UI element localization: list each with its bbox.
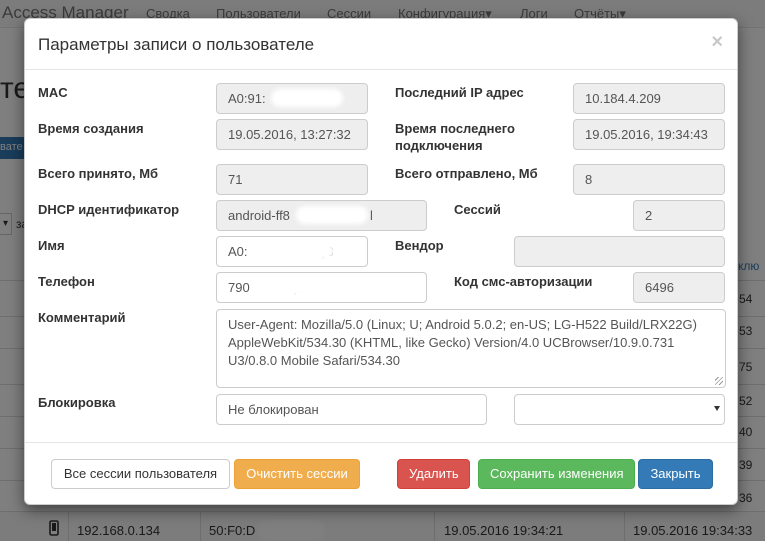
modal-header: Параметры записи о пользователе × [25,19,737,70]
phone-label: Телефон [38,274,95,289]
dhcp-label: DHCP идентификатор [38,202,180,217]
block-label: Блокировка [38,395,116,410]
name-label: Имя [38,238,65,253]
last-connection-label: Время последнего подключения [395,121,515,153]
sessions-label: Сессий [454,202,501,217]
phone-input[interactable]: 790)2 [216,272,427,303]
received-label: Всего принято, Мб [38,166,159,181]
last-ip-label: Последний IP адрес [395,85,524,100]
modal-title: Параметры записи о пользователе [38,35,315,54]
redaction-blur [271,89,343,107]
close-icon[interactable]: × [711,31,723,54]
block-status-input[interactable]: Не блокирован [216,394,487,425]
created-field: 19.05.2016, 13:27:32 [216,119,368,150]
sms-code-field: 6496 [633,272,725,303]
last-connection-field: 19.05.2016, 19:34:43 [573,119,725,150]
comment-label: Комментарий [38,310,126,325]
redaction-blur [259,278,311,296]
close-button[interactable]: Закрыть [638,459,713,489]
chevron-down-icon [714,406,720,411]
vendor-label: Вендор [395,238,444,253]
mac-label: MAC [38,85,68,100]
clear-sessions-button[interactable]: Очистить сессии [234,459,360,489]
save-button[interactable]: Сохранить изменения [478,459,635,489]
sms-code-label: Код смс-авторизации [454,274,593,289]
sent-field: 8 [573,164,725,195]
sent-label: Всего отправлено, Мб [395,166,538,181]
sessions-field: 2 [633,200,725,231]
received-field: 71 [216,164,368,195]
created-label: Время создания [38,121,144,136]
vendor-field [514,236,725,267]
block-select[interactable] [514,394,725,425]
comment-textarea[interactable]: User-Agent: Mozilla/5.0 (Linux; U; Andro… [216,309,726,388]
delete-button[interactable]: Удалить [397,459,470,489]
redaction-blur [296,206,368,224]
all-sessions-button[interactable]: Все сессии пользователя [51,459,230,489]
comment-text: User-Agent: Mozilla/5.0 (Linux; U; Andro… [228,317,697,368]
user-record-modal: Параметры записи о пользователе × MAC A0… [24,18,738,505]
last-ip-field: 10.184.4.209 [573,83,725,114]
redaction-blur [255,242,335,260]
resize-grip-icon[interactable] [715,377,723,385]
